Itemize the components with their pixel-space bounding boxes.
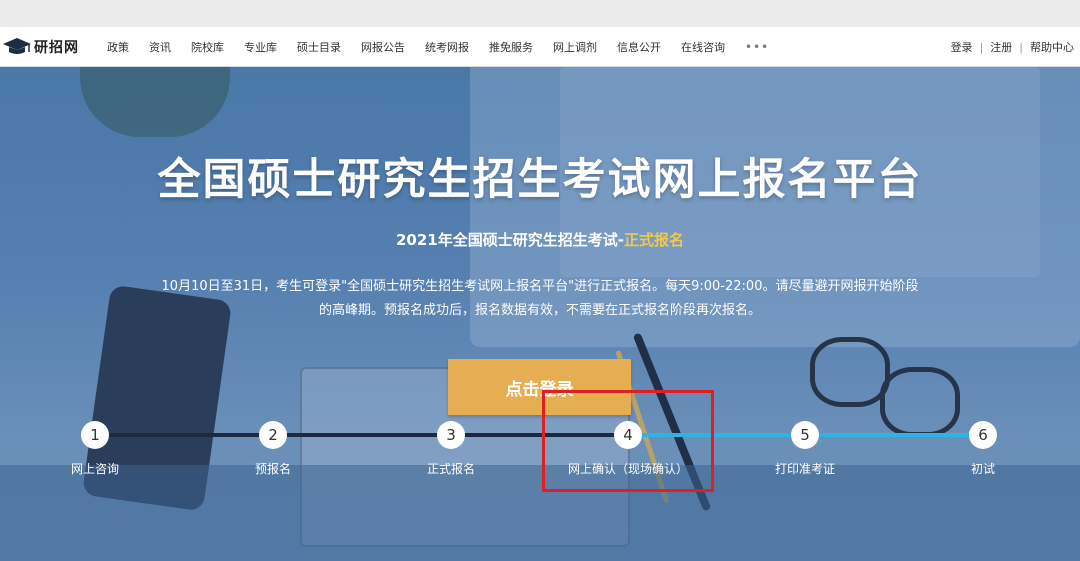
help-center-link[interactable]: 帮助中心	[1030, 39, 1074, 55]
nav-more-icon[interactable]: •••	[745, 40, 769, 54]
subtitle-highlight: 正式报名	[623, 231, 684, 249]
nav-menu: 政策 资讯 院校库 专业库 硕士目录 网报公告 统考网报 推免服务 网上调剂 信…	[107, 39, 769, 55]
browser-top-strip	[0, 0, 1080, 27]
nav-item-school-db[interactable]: 院校库	[191, 39, 224, 55]
logo-text: 研招网	[34, 39, 79, 56]
description-line: 10月10日至31日，考生可登录"全国硕士研究生招生考试网上报名平台"进行正式报…	[161, 279, 919, 294]
hero-banner: 全国硕士研究生招生考试网上报名平台 2021年全国硕士研究生招生考试-正式报名 …	[0, 67, 1080, 561]
register-link[interactable]: 注册	[990, 39, 1012, 55]
process-steps-bar	[0, 465, 1080, 561]
login-button[interactable]: 点击登录	[448, 359, 631, 415]
nav-item-registration-notice[interactable]: 网报公告	[361, 39, 405, 55]
step-node-4[interactable]: 4	[614, 421, 642, 449]
step-node-5[interactable]: 5	[791, 421, 819, 449]
step-node-3[interactable]: 3	[437, 421, 465, 449]
separator: |	[979, 40, 984, 54]
nav-item-unified-exam-registration[interactable]: 统考网报	[425, 39, 469, 55]
nav-item-exemption-service[interactable]: 推免服务	[489, 39, 533, 55]
step-node-1[interactable]: 1	[81, 421, 109, 449]
step-label-1[interactable]: 网上咨询	[15, 460, 175, 477]
separator: |	[1019, 40, 1023, 54]
nav-item-news[interactable]: 资讯	[149, 39, 171, 55]
nav-item-major-db[interactable]: 专业库	[244, 39, 277, 55]
hero-description: 10月10日至31日，考生可登录"全国硕士研究生招生考试网上报名平台"进行正式报…	[110, 275, 970, 323]
glasses-decoration	[810, 337, 890, 407]
account-links: 登录 | 注册 | 帮助中心	[951, 27, 1074, 67]
step-label-6[interactable]: 初试	[903, 460, 1063, 477]
nav-item-info-disclosure[interactable]: 信息公开	[617, 39, 661, 55]
step-label-2[interactable]: 预报名	[193, 460, 353, 477]
plant-decoration	[80, 67, 230, 137]
step-label-3[interactable]: 正式报名	[371, 460, 531, 477]
hero-subtitle: 2021年全国硕士研究生招生考试-正式报名	[0, 229, 1080, 250]
step-label-4[interactable]: 网上确认（现场确认）	[548, 460, 708, 477]
glasses-decoration	[880, 367, 960, 437]
nav-item-master-catalog[interactable]: 硕士目录	[297, 39, 341, 55]
step-node-2[interactable]: 2	[259, 421, 287, 449]
progress-track-done	[95, 433, 628, 437]
nav-item-policy[interactable]: 政策	[107, 39, 129, 55]
step-node-6[interactable]: 6	[969, 421, 997, 449]
top-navbar: 研招网 政策 资讯 院校库 专业库 硕士目录 网报公告 统考网报 推免服务 网上…	[0, 27, 1080, 67]
description-line: 的高峰期。预报名成功后，报名数据有效，不需要在正式报名阶段再次报名。	[318, 303, 761, 318]
subtitle-prefix: 2021年全国硕士研究生招生考试-	[396, 231, 624, 249]
nav-item-online-consult[interactable]: 在线咨询	[681, 39, 725, 55]
page-title: 全国硕士研究生招生考试网上报名平台	[157, 155, 923, 205]
nav-item-online-adjustment[interactable]: 网上调剂	[553, 39, 597, 55]
site-logo[interactable]: 研招网	[2, 36, 107, 58]
step-label-5[interactable]: 打印准考证	[725, 460, 885, 477]
graduation-cap-icon	[3, 37, 31, 54]
login-link[interactable]: 登录	[951, 39, 973, 55]
